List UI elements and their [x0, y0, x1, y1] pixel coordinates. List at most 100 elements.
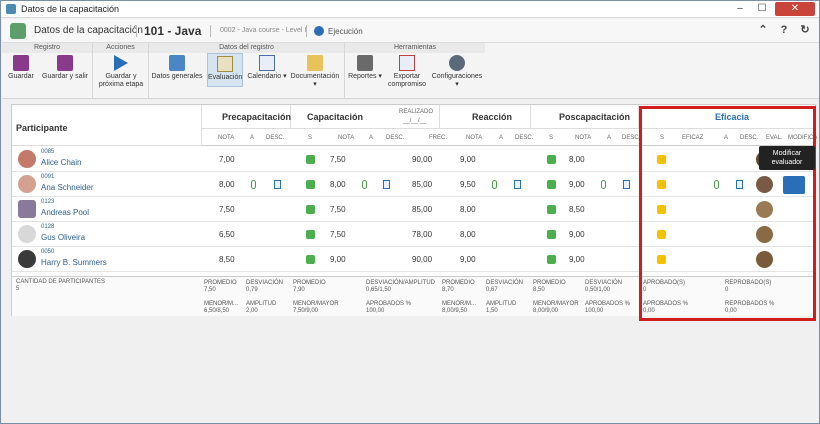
cap-frec: 85,00 — [412, 205, 433, 214]
course-label: 0002 - Java course - Level I — [220, 27, 307, 34]
attachment-icon[interactable] — [251, 180, 256, 189]
participant-id: 0050 — [41, 249, 55, 255]
export-commitment-button[interactable]: Exportar compromiso — [385, 55, 429, 89]
save-next-label-2: próxima etapa — [98, 81, 144, 88]
cap-nota: 7,50 — [330, 155, 346, 164]
document-icon[interactable] — [274, 180, 281, 189]
pos-nota: 9,00 — [569, 255, 585, 264]
evaluation-label: Evaluación — [208, 74, 243, 81]
precapacitacion-header: Precapacitación — [222, 112, 292, 122]
cap-frec: 90,00 — [412, 255, 433, 264]
group-label: Herramientas — [345, 43, 485, 53]
pos-nota: 9,00 — [569, 180, 585, 189]
column-participante: Participante — [12, 105, 202, 146]
cap-frec: 78,00 — [412, 230, 433, 239]
stat-value: 0,67 — [486, 287, 498, 293]
evaluation-button[interactable]: Evaluación — [207, 53, 243, 87]
cap-nota: 7,50 — [330, 230, 346, 239]
participant-name[interactable]: Harry B. Summers — [41, 258, 107, 267]
participant-name[interactable]: Alice Chain — [41, 158, 81, 167]
pre-nota: 7,00 — [219, 155, 235, 164]
divider — [210, 25, 211, 37]
help-icon[interactable]: ? — [778, 24, 790, 36]
avatar — [18, 175, 36, 193]
close-button[interactable]: ✕ — [775, 2, 815, 16]
stat-label: AMPLITUD — [486, 301, 517, 307]
calendar-button[interactable]: Calendario ▾ — [247, 55, 287, 81]
maximize-button[interactable]: ☐ — [753, 2, 771, 16]
app-icon — [6, 4, 16, 14]
stat-value: 2,00 — [246, 308, 258, 314]
participante-header: Participante — [16, 123, 68, 133]
participant-name[interactable]: Andreas Pool — [41, 208, 89, 217]
document-icon[interactable] — [623, 180, 630, 189]
sub-nota: NOTA — [218, 135, 235, 141]
check-icon — [306, 205, 315, 214]
sub-s: S — [549, 135, 554, 141]
settings-button[interactable]: Configuraciones ▾ — [429, 55, 485, 89]
documentation-button[interactable]: Documentación ▾ — [289, 55, 341, 89]
sub-nota: NOTA — [466, 135, 483, 141]
attachment-icon[interactable] — [601, 180, 606, 189]
stat-label: MENOR/MAYOR — [293, 301, 339, 307]
participant-id: 0123 — [41, 199, 55, 205]
eficacia-highlight — [639, 106, 816, 321]
stat-value: 0,79 — [246, 287, 258, 293]
refresh-icon[interactable]: ↻ — [799, 24, 811, 36]
sub-a: A — [499, 135, 504, 141]
pos-nota: 9,00 — [569, 230, 585, 239]
rea-nota: 8,00 — [460, 205, 476, 214]
stat-value: 7,50/9,00 — [293, 308, 319, 314]
group-label: Registro — [2, 43, 92, 53]
sub-desc: DESC. — [515, 135, 534, 141]
stat-label: MENOR/M... — [204, 301, 238, 307]
cap-nota: 7,50 — [330, 205, 346, 214]
save-next-step-button[interactable]: Guardar y próxima etapa — [96, 55, 146, 89]
stat-value: 8,50 — [533, 287, 545, 293]
check-icon — [547, 255, 556, 264]
next-step-icon — [114, 55, 128, 71]
pre-nota: 8,50 — [219, 255, 235, 264]
save-button[interactable]: Guardar — [6, 55, 36, 81]
stat-value: 6,50/8,50 — [204, 308, 230, 314]
export-label-2: compromiso — [387, 81, 427, 88]
stat-label: AMPLITUD — [246, 301, 277, 307]
minimize-button[interactable]: – — [731, 2, 749, 16]
divider — [306, 25, 307, 37]
save-exit-button[interactable]: Guardar y salir — [40, 55, 90, 81]
pos-nota: 8,00 — [569, 155, 585, 164]
check-icon — [547, 230, 556, 239]
pos-nota: 8,50 — [569, 205, 585, 214]
pre-nota: 6,50 — [219, 230, 235, 239]
modify-evaluator-button[interactable] — [783, 176, 805, 194]
stat-value: 8,70 — [442, 287, 454, 293]
app-title: Datos de la capacitación — [34, 25, 143, 36]
cap-nota: 9,00 — [330, 255, 346, 264]
participant-id: 0128 — [41, 224, 55, 230]
reports-label: Reportes — [348, 73, 377, 80]
printer-icon — [357, 55, 373, 71]
reports-button[interactable]: Reportes ▾ — [347, 55, 383, 81]
capacitacion-header: Capacitación — [307, 112, 364, 122]
general-data-button[interactable]: Datos generales — [151, 55, 203, 81]
sub-a: A — [369, 135, 374, 141]
document-icon[interactable] — [514, 180, 521, 189]
check-icon — [306, 180, 315, 189]
group-label: Datos del registro — [149, 43, 344, 53]
participant-name[interactable]: Ana Schneider — [41, 183, 93, 192]
collapse-icon[interactable]: ⌃ — [757, 24, 769, 36]
rea-nota: 9,00 — [460, 255, 476, 264]
stat-label: MENOR/M... — [442, 301, 476, 307]
window-title: Datos de la capacitación — [21, 4, 120, 14]
calendar-icon — [259, 55, 275, 71]
avatar — [18, 250, 36, 268]
attachment-icon[interactable] — [492, 180, 497, 189]
export-icon — [399, 55, 415, 71]
stat-label: APROBADOS % — [366, 301, 412, 307]
attachment-icon[interactable] — [362, 180, 367, 189]
group-herramientas: Herramientas Reportes ▾ Exportar comprom… — [345, 43, 485, 99]
stat-label: DESVIACIÓN — [246, 280, 284, 286]
document-icon[interactable] — [383, 180, 390, 189]
participant-name[interactable]: Gus Oliveira — [41, 233, 85, 242]
general-data-icon — [169, 55, 185, 71]
